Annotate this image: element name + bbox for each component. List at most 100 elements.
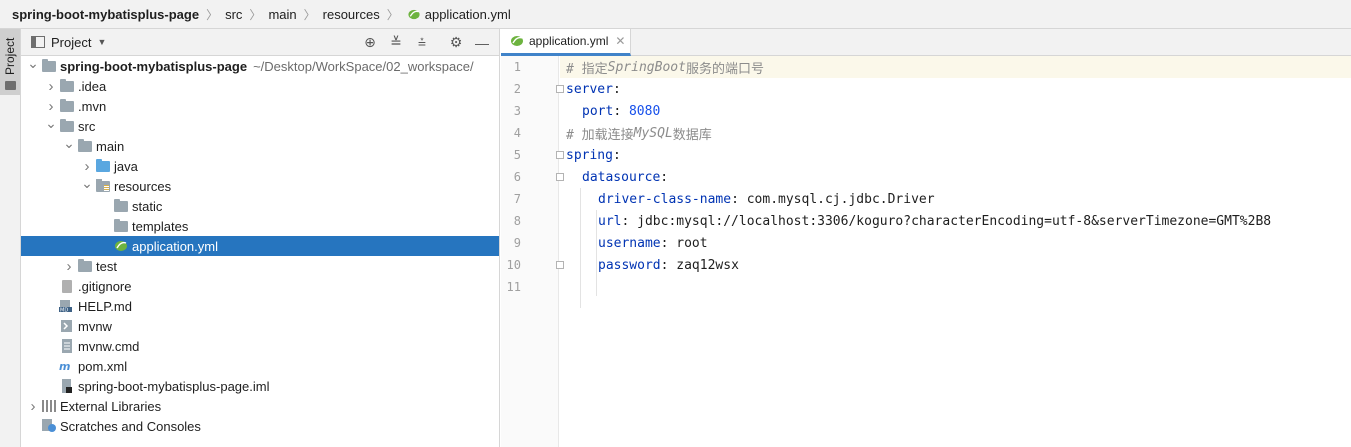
tree-row[interactable]: application.yml (21, 236, 499, 256)
code-token: server (566, 81, 613, 97)
tree-row[interactable]: › test (21, 256, 499, 276)
tree-item-label: java (114, 158, 138, 174)
source-folder-icon (95, 158, 111, 173)
gitignore-file-icon (59, 279, 75, 293)
code-area[interactable]: # 指定 SpringBoot 服务的端口号 server: port: 8080 # 加… (560, 56, 1351, 447)
close-icon[interactable]: ✕ (615, 34, 625, 48)
chevron-down-icon[interactable]: ▼ (97, 37, 106, 47)
code-token: username (598, 235, 661, 251)
tree-row[interactable]: ⌄ resources (21, 173, 499, 196)
minimize-icon[interactable]: — (469, 29, 495, 56)
iml-file-icon (59, 379, 75, 393)
line-number: 6 (513, 170, 521, 184)
tree-row[interactable]: mvnw (21, 316, 499, 336)
editor-tab-application-yml[interactable]: application.yml ✕ (501, 29, 631, 56)
chevron-down-icon[interactable]: ⌄ (61, 133, 77, 153)
breadcrumb-item[interactable]: src (225, 7, 242, 22)
tree-row[interactable]: ⌄ src (21, 113, 499, 136)
tree-item-label: spring-boot-mybatisplus-page.iml (78, 378, 270, 394)
code-token: : root (660, 235, 708, 251)
tree-row[interactable]: static (21, 196, 499, 216)
line-number: 4 (513, 126, 521, 140)
text-file-icon (59, 339, 75, 353)
library-icon (41, 399, 57, 413)
tree-item-label: .gitignore (78, 278, 132, 294)
tree-item-label: Scratches and Consoles (60, 418, 201, 434)
folder-icon (59, 118, 75, 133)
code-token: MySQL (633, 125, 673, 141)
tree-row[interactable]: .gitignore (21, 276, 499, 296)
editor: application.yml ✕ 1 2 3 4 5 6 7 8 9 10 11 # 指定 Spri… (501, 29, 1351, 447)
tree-row[interactable]: ⌄ spring-boot-mybatisplus-page ~/Desktop/W… (21, 53, 499, 76)
tree-row[interactable]: › .idea (21, 76, 499, 96)
tree-row[interactable]: ⌄ main (21, 133, 499, 156)
spring-yml-icon (113, 239, 129, 253)
project-view-icon (31, 36, 45, 48)
breadcrumb: spring-boot-mybatisplus-page 〉 src 〉 main 〉 re… (0, 0, 1351, 29)
breadcrumb-separator-icon: 〉 (386, 7, 399, 22)
svg-text:MD: MD (60, 308, 68, 314)
tree-item-label: src (78, 118, 96, 134)
tree-row[interactable]: m pom.xml (21, 356, 499, 376)
chevron-right-icon[interactable]: › (25, 396, 41, 416)
code-token: : (612, 147, 621, 163)
folder-icon (59, 98, 75, 113)
folder-icon (59, 78, 75, 93)
tree-item-label: .idea (78, 78, 107, 94)
tree-row[interactable]: Scratches and Consoles (21, 416, 499, 436)
code-token: : (660, 169, 669, 185)
line-number: 11 (506, 280, 521, 294)
locate-icon[interactable]: ⊕ (357, 29, 383, 56)
code-line: # 指定 SpringBoot 服务的端口号 (560, 56, 1351, 78)
spring-yml-icon (408, 9, 420, 19)
svg-text:m: m (59, 360, 70, 373)
chevron-down-icon[interactable]: ⌄ (79, 173, 95, 193)
tool-window-stripe: Project (0, 29, 21, 447)
gear-icon[interactable]: ⚙ (443, 29, 469, 56)
collapse-all-icon[interactable]: ⩮ (409, 29, 435, 56)
code-line: username: root (560, 232, 1351, 254)
expand-all-icon[interactable]: ≚ (383, 29, 409, 56)
chevron-right-icon[interactable]: › (43, 76, 59, 96)
tree-item-label: application.yml (132, 238, 218, 254)
editor-tab-bar: application.yml ✕ (501, 29, 1351, 56)
code-line: datasource: (560, 166, 1351, 188)
tree-row[interactable]: › External Libraries (21, 396, 499, 416)
tree-item-label: templates (132, 218, 189, 234)
line-number: 3 (513, 104, 521, 118)
code-line: password: zaq12wsx (560, 254, 1351, 276)
editor-tab-label: application.yml (529, 34, 609, 48)
tree-item-label: static (132, 198, 163, 214)
project-tool-tab[interactable]: Project (0, 29, 20, 95)
line-number: 8 (513, 214, 521, 228)
project-folder-icon (41, 58, 57, 73)
tree-row[interactable]: MD HELP.md (21, 296, 499, 316)
tree-row[interactable]: spring-boot-mybatisplus-page.iml (21, 376, 499, 396)
project-panel: Project ▼ ⊕ ≚ ⩮ ⚙ — ⌄ spring-boot-mybatis… (21, 29, 500, 447)
tree-row[interactable]: › .mvn (21, 96, 499, 116)
code-token: 8080 (628, 103, 661, 119)
scratches-icon (41, 419, 57, 433)
tree-item-label: main (96, 138, 125, 154)
chevron-right-icon[interactable]: › (61, 256, 77, 276)
breadcrumb-item[interactable]: main (268, 7, 296, 22)
tree-row[interactable]: templates (21, 216, 499, 236)
folder-icon (113, 218, 129, 233)
code-line: server: (560, 78, 1351, 100)
breadcrumb-item[interactable]: resources (323, 7, 380, 22)
folder-icon (113, 198, 129, 213)
code-line: # 加载连接 MySQL 数据库 (560, 122, 1351, 144)
chevron-down-icon[interactable]: ⌄ (25, 53, 41, 73)
resources-folder-icon (95, 178, 111, 193)
breadcrumb-project[interactable]: spring-boot-mybatisplus-page (12, 7, 199, 22)
spring-yml-icon (511, 36, 523, 46)
shell-file-icon (59, 319, 75, 333)
tree-row[interactable]: mvnw.cmd (21, 336, 499, 356)
project-view-selector[interactable]: Project (51, 35, 91, 50)
code-token: : jdbc:mysql://localhost:3306/koguro?cha… (621, 213, 1272, 229)
project-tree: ⌄ spring-boot-mybatisplus-page ~/Desktop/W… (21, 53, 499, 436)
code-token: port (582, 103, 614, 119)
breadcrumb-separator-icon: 〉 (303, 7, 316, 22)
chevron-down-icon[interactable]: ⌄ (43, 113, 59, 133)
breadcrumb-item[interactable]: application.yml (425, 7, 511, 22)
